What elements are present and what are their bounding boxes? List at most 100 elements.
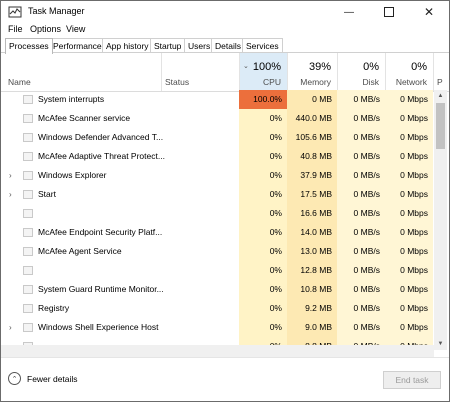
scroll-up-icon[interactable]: ▲ bbox=[434, 90, 447, 102]
disk-label: Disk bbox=[362, 77, 379, 87]
column-disk[interactable]: 0% Disk bbox=[337, 53, 385, 91]
process-row[interactable]: System interrupts 100.0% 0 MB 0 MB/s 0 Mbps bbox=[1, 90, 433, 109]
process-cpu-cell: 0% bbox=[239, 204, 287, 223]
title-bar[interactable]: Task Manager — ✕ bbox=[1, 1, 449, 23]
process-row[interactable]: 0%8.8 MB0 MB/s0 Mbps bbox=[1, 337, 433, 345]
process-mem-cell: 13.0 MB bbox=[287, 242, 337, 261]
process-icon bbox=[23, 114, 33, 123]
process-disk-cell: 0 MB/s bbox=[337, 261, 385, 280]
process-disk-cell: 0 MB/s bbox=[337, 242, 385, 261]
process-disk-cell: 0 MB/s bbox=[337, 337, 385, 345]
process-cpu-cell: 0% bbox=[239, 109, 287, 128]
expand-chevron-icon[interactable]: › bbox=[9, 323, 12, 332]
menu-options[interactable]: Options bbox=[30, 24, 61, 34]
process-icon bbox=[23, 171, 33, 180]
process-row[interactable]: Windows Defender Advanced T... 0% 105.6 MB… bbox=[1, 128, 433, 147]
tab-startup[interactable]: Startup bbox=[150, 38, 186, 53]
tab-processes[interactable]: Processes bbox=[5, 38, 53, 54]
process-cpu-cell: 0% bbox=[239, 318, 287, 337]
tab-users[interactable]: Users bbox=[184, 38, 215, 53]
process-row[interactable]: Registry 0% 9.2 MB 0 MB/s 0 Mbps bbox=[1, 299, 433, 318]
footer-bar: ⌃ Fewer details End task bbox=[1, 357, 449, 401]
tab-services[interactable]: Services bbox=[242, 38, 283, 53]
process-row[interactable]: 0% 12.8 MB 0 MB/s 0 Mbps bbox=[1, 261, 433, 280]
process-icon bbox=[23, 152, 33, 161]
close-button[interactable]: ✕ bbox=[409, 1, 449, 23]
process-icon bbox=[23, 247, 33, 256]
process-name: Windows Defender Advanced T... bbox=[38, 132, 164, 142]
fewer-details-button[interactable]: ⌃ Fewer details bbox=[8, 372, 78, 385]
process-row[interactable]: McAfee Adaptive Threat Protect... 0% 40.8 … bbox=[1, 147, 433, 166]
horizontal-scrollbar[interactable] bbox=[1, 345, 434, 357]
network-total: 0% bbox=[411, 61, 427, 73]
process-row[interactable]: › Start 0% 17.5 MB 0 MB/s 0 Mbps bbox=[1, 185, 433, 204]
process-mem-cell: 37.9 MB bbox=[287, 166, 337, 185]
process-row[interactable]: 0% 16.6 MB 0 MB/s 0 Mbps bbox=[1, 204, 433, 223]
process-row[interactable]: McAfee Endpoint Security Platf... 0% 14.0 … bbox=[1, 223, 433, 242]
window-title: Task Manager bbox=[28, 6, 85, 16]
process-row[interactable]: McAfee Scanner service 0% 440.0 MB 0 MB/s 0 … bbox=[1, 109, 433, 128]
column-separator bbox=[161, 53, 162, 91]
process-net-cell: 0 Mbps bbox=[385, 242, 433, 261]
process-disk-cell: 0 MB/s bbox=[337, 128, 385, 147]
process-net-cell: 0 Mbps bbox=[385, 337, 433, 345]
column-memory[interactable]: 39% Memory bbox=[287, 53, 337, 91]
process-icon bbox=[23, 133, 33, 142]
process-disk-cell: 0 MB/s bbox=[337, 280, 385, 299]
memory-total: 39% bbox=[308, 61, 331, 73]
process-mem-cell: 17.5 MB bbox=[287, 185, 337, 204]
process-disk-cell: 0 MB/s bbox=[337, 204, 385, 223]
column-separator bbox=[287, 53, 288, 91]
expand-chevron-icon[interactable]: › bbox=[9, 190, 12, 199]
process-mem-cell: 105.6 MB bbox=[287, 128, 337, 147]
close-icon: ✕ bbox=[423, 5, 435, 19]
tab-performance[interactable]: Performance bbox=[49, 38, 106, 53]
process-net-cell: 0 Mbps bbox=[385, 147, 433, 166]
process-icon bbox=[23, 304, 33, 313]
process-row[interactable]: System Guard Runtime Monitor... 0% 10.8 MB… bbox=[1, 280, 433, 299]
process-cpu-cell: 0% bbox=[239, 242, 287, 261]
scroll-down-icon[interactable]: ▼ bbox=[434, 338, 447, 350]
column-name[interactable]: Name bbox=[1, 53, 161, 91]
vertical-scrollbar[interactable]: ▲ ▼ bbox=[434, 90, 447, 350]
column-name-label: Name bbox=[8, 77, 31, 87]
process-cpu-cell: 0% bbox=[239, 128, 287, 147]
column-network[interactable]: 0% Network bbox=[385, 53, 433, 91]
process-disk-cell: 0 MB/s bbox=[337, 109, 385, 128]
process-mem-cell: 12.8 MB bbox=[287, 261, 337, 280]
tab-app-history[interactable]: App history bbox=[102, 38, 153, 53]
process-row[interactable]: McAfee Agent Service 0% 13.0 MB 0 MB/s 0 Mbp… bbox=[1, 242, 433, 261]
tab-details[interactable]: Details bbox=[211, 38, 245, 53]
cpu-total: 100% bbox=[252, 61, 281, 73]
process-name: System interrupts bbox=[38, 94, 105, 104]
column-cpu[interactable]: ⌄ 100% CPU bbox=[239, 53, 287, 91]
minimize-button[interactable]: — bbox=[329, 1, 369, 23]
process-name: Start bbox=[38, 189, 56, 199]
minimize-icon: — bbox=[344, 6, 354, 18]
sort-chevron-icon: ⌄ bbox=[243, 63, 249, 70]
process-cpu-cell: 0% bbox=[239, 223, 287, 242]
process-icon bbox=[23, 285, 33, 294]
scroll-thumb[interactable] bbox=[436, 103, 445, 149]
process-cpu-cell: 0% bbox=[239, 337, 287, 345]
menu-file[interactable]: File bbox=[8, 24, 23, 34]
process-row[interactable]: › Windows Shell Experience Host 0% 9.0 MB 0 … bbox=[1, 318, 433, 337]
process-icon bbox=[23, 323, 33, 332]
process-icon bbox=[23, 228, 33, 237]
process-disk-cell: 0 MB/s bbox=[337, 223, 385, 242]
tab-strip: Processes Performance App history Startu… bbox=[5, 38, 445, 54]
column-power[interactable]: P bbox=[433, 53, 449, 91]
process-cpu-cell: 0% bbox=[239, 166, 287, 185]
process-net-cell: 0 Mbps bbox=[385, 280, 433, 299]
process-disk-cell: 0 MB/s bbox=[337, 185, 385, 204]
process-row[interactable]: › Windows Explorer 0% 37.9 MB 0 MB/s 0 Mbps bbox=[1, 166, 433, 185]
process-mem-cell: 10.8 MB bbox=[287, 280, 337, 299]
column-status-label: Status bbox=[165, 77, 190, 87]
menu-view[interactable]: View bbox=[66, 24, 85, 34]
process-cpu-cell: 0% bbox=[239, 280, 287, 299]
process-net-cell: 0 Mbps bbox=[385, 223, 433, 242]
expand-chevron-icon[interactable]: › bbox=[9, 171, 12, 180]
end-task-button[interactable]: End task bbox=[383, 371, 441, 389]
maximize-button[interactable] bbox=[369, 1, 409, 23]
column-status[interactable]: Status bbox=[161, 53, 239, 91]
